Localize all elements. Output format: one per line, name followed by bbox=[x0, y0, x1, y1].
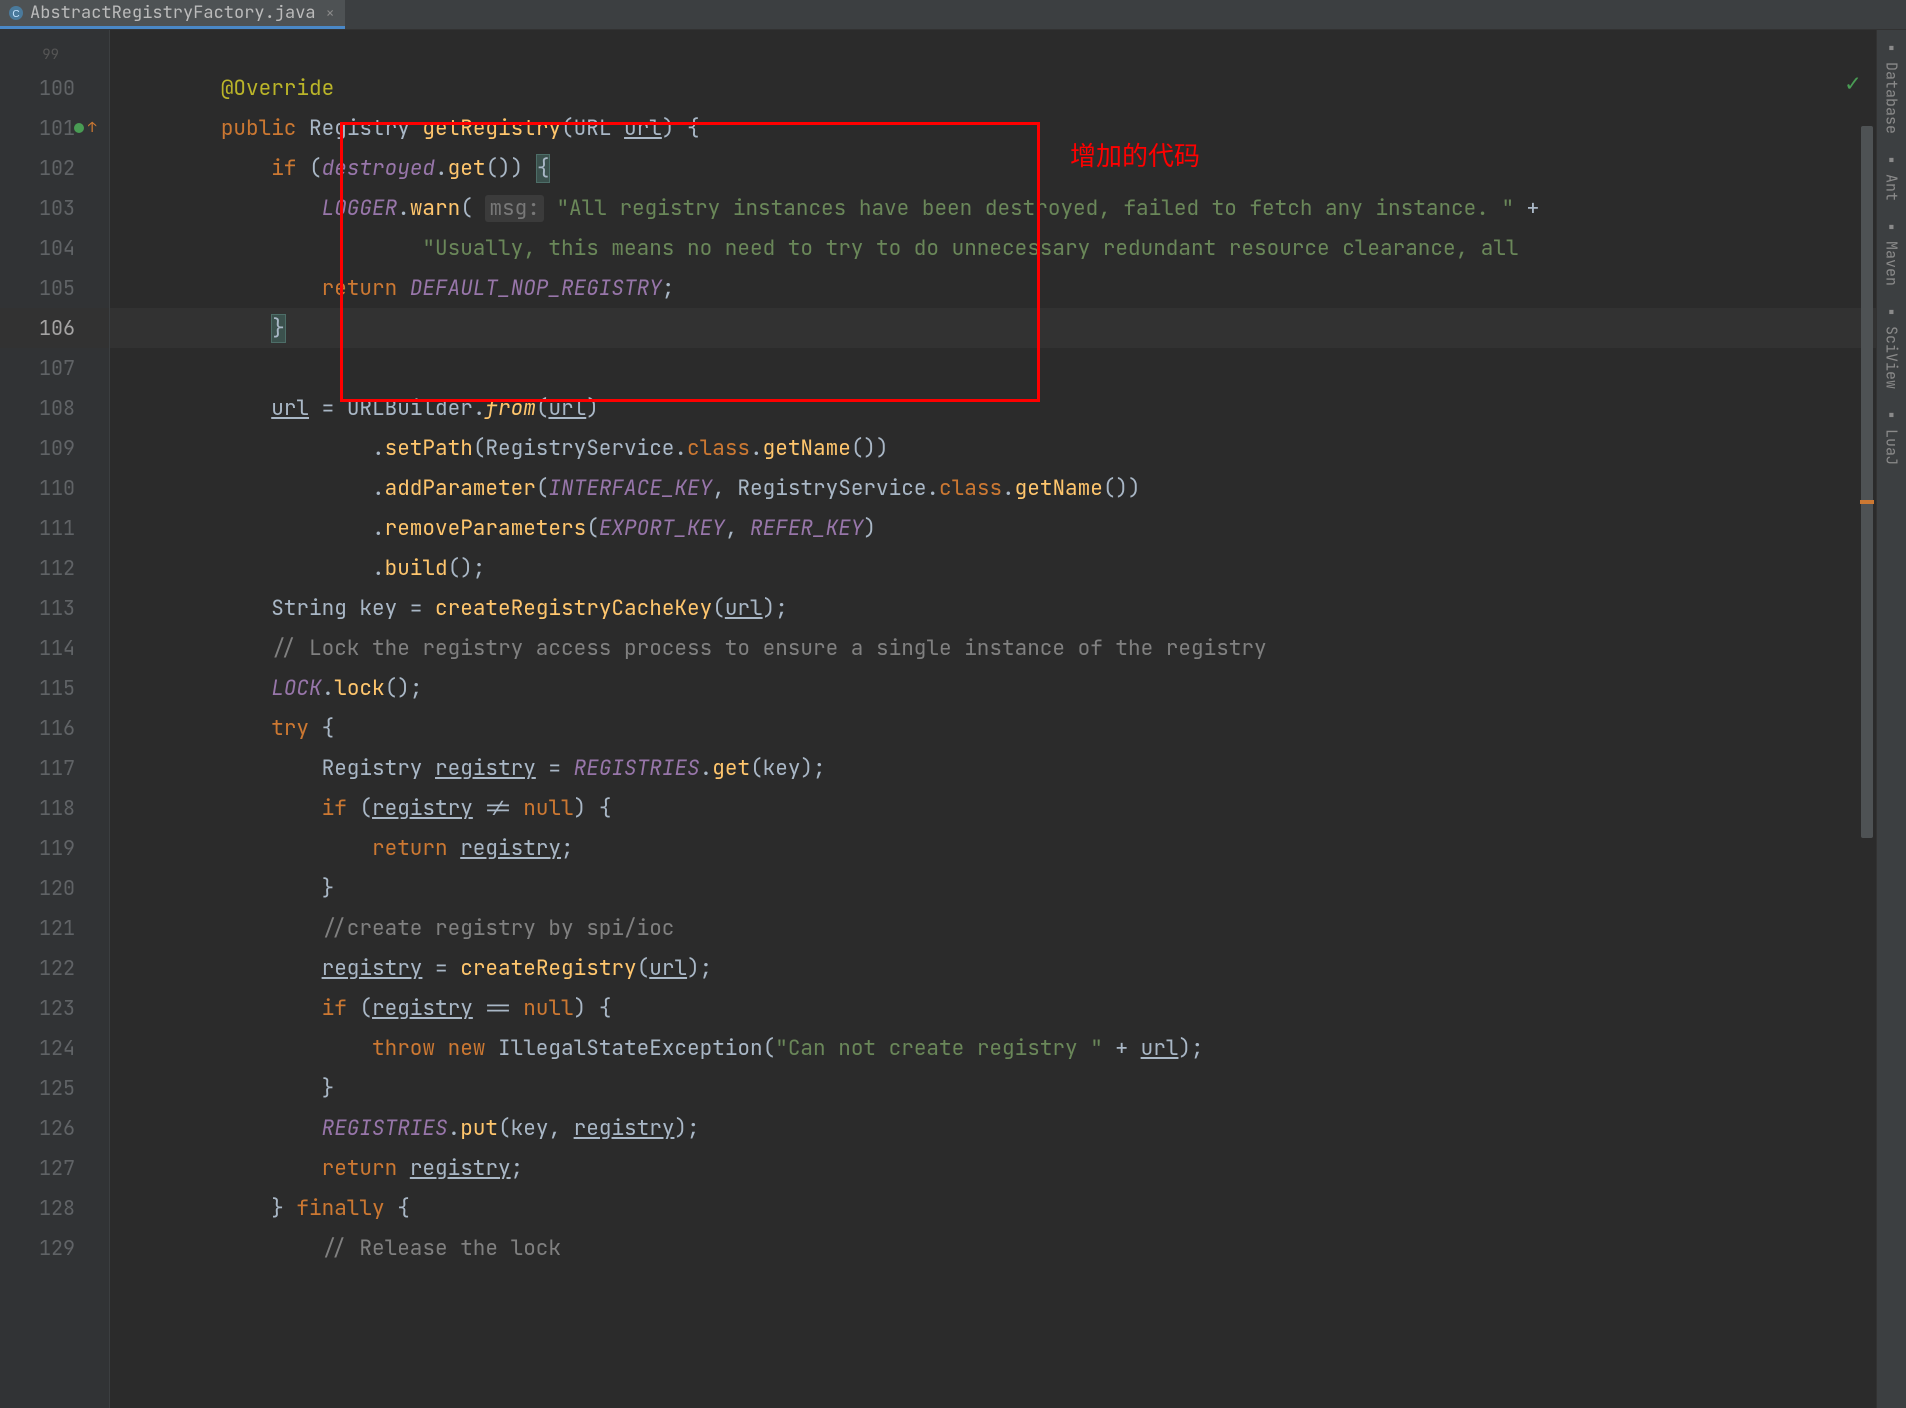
gutter-line: 109 bbox=[0, 428, 109, 468]
file-tab[interactable]: C AbstractRegistryFactory.java × bbox=[0, 0, 345, 29]
tool-label: Maven bbox=[1882, 241, 1902, 286]
gutter-line: 120 bbox=[0, 868, 109, 908]
gutter-line: 127 bbox=[0, 1148, 109, 1188]
editor-scrollbar[interactable] bbox=[1860, 60, 1874, 1408]
gutter-line: 123 bbox=[0, 988, 109, 1028]
gutter-line: 124 bbox=[0, 1028, 109, 1068]
code-line-104: "Usually, this means no need to try to d… bbox=[110, 228, 1876, 268]
code-line-105: return DEFAULT_NOP_REGISTRY; bbox=[110, 268, 1876, 308]
database-icon: ▪ bbox=[1887, 40, 1895, 58]
code-line-114: // Lock the registry access process to e… bbox=[110, 628, 1876, 668]
editor-tabbar: C AbstractRegistryFactory.java × bbox=[0, 0, 1906, 30]
gutter-line: 113 bbox=[0, 588, 109, 628]
arrow-up-icon: ↑ bbox=[88, 119, 96, 137]
gutter-line: 115 bbox=[0, 668, 109, 708]
code-editor[interactable]: @Override public Registry getRegistry(UR… bbox=[110, 30, 1876, 1408]
code-line-126: REGISTRIES.put(key, registry); bbox=[110, 1108, 1876, 1148]
maven-icon: ▪ bbox=[1887, 219, 1895, 237]
warning-stripe[interactable] bbox=[1860, 500, 1874, 504]
code-line-119: return registry; bbox=[110, 828, 1876, 868]
gutter-line: 105 bbox=[0, 268, 109, 308]
code-line-120: } bbox=[110, 868, 1876, 908]
code-line-113: String key = createRegistryCacheKey(url)… bbox=[110, 588, 1876, 628]
luaj-icon: ▪ bbox=[1887, 407, 1895, 425]
tool-label: LuaJ bbox=[1882, 429, 1902, 465]
gutter-line: 111 bbox=[0, 508, 109, 548]
override-marker-icon[interactable] bbox=[74, 123, 84, 133]
tab-filename: AbstractRegistryFactory.java bbox=[30, 2, 316, 24]
close-icon[interactable]: × bbox=[326, 3, 335, 23]
code-line-101: public Registry getRegistry(URL url) { bbox=[110, 108, 1876, 148]
code-line-124: throw new IllegalStateException("Can not… bbox=[110, 1028, 1876, 1068]
inspection-ok-icon[interactable]: ✓ bbox=[1846, 68, 1860, 99]
gutter-line: 103 bbox=[0, 188, 109, 228]
parameter-hint: msg: bbox=[485, 195, 543, 222]
gutter-line: 102 bbox=[0, 148, 109, 188]
code-line-115: LOCK.lock(); bbox=[110, 668, 1876, 708]
gutter-line: 104 bbox=[0, 228, 109, 268]
code-line-103: LOGGER.warn( msg: "All registry instance… bbox=[110, 188, 1876, 228]
svg-text:C: C bbox=[12, 9, 19, 20]
code-line bbox=[110, 42, 1876, 68]
gutter-line: 117 bbox=[0, 748, 109, 788]
code-line-109: .setPath(RegistryService.class.getName()… bbox=[110, 428, 1876, 468]
code-line-106: } bbox=[110, 308, 1876, 348]
gutter-line: 119 bbox=[0, 828, 109, 868]
gutter-line: 99 bbox=[0, 42, 109, 68]
gutter-line: 106 bbox=[0, 308, 109, 348]
code-line-116: try { bbox=[110, 708, 1876, 748]
code-line-110: .addParameter(INTERFACE_KEY, RegistrySer… bbox=[110, 468, 1876, 508]
tool-ant[interactable]: ▪ Ant bbox=[1882, 152, 1902, 201]
gutter-line: 101↑ bbox=[0, 108, 109, 148]
code-line-122: registry = createRegistry(url); bbox=[110, 948, 1876, 988]
gutter-line: 107 bbox=[0, 348, 109, 388]
tool-maven[interactable]: ▪ Maven bbox=[1882, 219, 1902, 286]
tool-database[interactable]: ▪ Database bbox=[1882, 40, 1902, 134]
gutter-line: 125 bbox=[0, 1068, 109, 1108]
code-line-107 bbox=[110, 348, 1876, 388]
gutter-line: 110 bbox=[0, 468, 109, 508]
gutter-line: 116 bbox=[0, 708, 109, 748]
code-line-129: // Release the lock bbox=[110, 1228, 1876, 1268]
gutter-line: 129 bbox=[0, 1228, 109, 1268]
gutter-line: 126 bbox=[0, 1108, 109, 1148]
tool-label: Ant bbox=[1882, 174, 1902, 201]
scrollbar-thumb[interactable] bbox=[1861, 126, 1873, 838]
gutter-line: 100 bbox=[0, 68, 109, 108]
gutter-line: 112 bbox=[0, 548, 109, 588]
code-line-118: if (registry != null) { bbox=[110, 788, 1876, 828]
sciview-icon: ▪ bbox=[1887, 304, 1895, 322]
code-line-112: .build(); bbox=[110, 548, 1876, 588]
line-number-gutter[interactable]: 99 100101↑102103104105106107108109110111… bbox=[0, 30, 110, 1408]
code-line-108: url = URLBuilder.from(url) bbox=[110, 388, 1876, 428]
gutter-line: 122 bbox=[0, 948, 109, 988]
code-line-123: if (registry == null) { bbox=[110, 988, 1876, 1028]
gutter-line: 114 bbox=[0, 628, 109, 668]
code-line-125: } bbox=[110, 1068, 1876, 1108]
tool-label: SciView bbox=[1882, 326, 1902, 389]
code-line-127: return registry; bbox=[110, 1148, 1876, 1188]
tool-label: Database bbox=[1882, 62, 1902, 134]
gutter-line: 108 bbox=[0, 388, 109, 428]
java-class-icon: C bbox=[8, 5, 24, 21]
gutter-line: 128 bbox=[0, 1188, 109, 1228]
code-line-100: @Override bbox=[110, 68, 1876, 108]
gutter-line: 121 bbox=[0, 908, 109, 948]
tool-sciview[interactable]: ▪ SciView bbox=[1882, 304, 1902, 389]
code-line-117: Registry registry = REGISTRIES.get(key); bbox=[110, 748, 1876, 788]
gutter-line: 118 bbox=[0, 788, 109, 828]
ant-icon: ▪ bbox=[1887, 152, 1895, 170]
tool-luaj[interactable]: ▪ LuaJ bbox=[1882, 407, 1902, 465]
code-line-128: } finally { bbox=[110, 1188, 1876, 1228]
code-line-111: .removeParameters(EXPORT_KEY, REFER_KEY) bbox=[110, 508, 1876, 548]
code-line-102: if (destroyed.get()) { bbox=[110, 148, 1876, 188]
code-line-121: //create registry by spi/ioc bbox=[110, 908, 1876, 948]
right-tool-strip: ▪ Database ▪ Ant ▪ Maven ▪ SciView ▪ LuaJ bbox=[1876, 30, 1906, 1408]
